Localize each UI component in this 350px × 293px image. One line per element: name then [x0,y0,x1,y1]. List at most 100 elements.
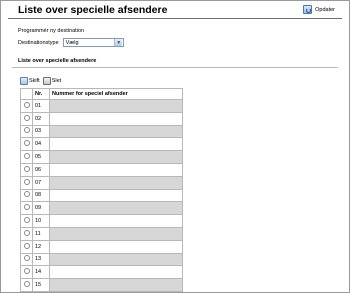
table-row[interactable]: 02 [20,111,183,126]
table-row[interactable]: 13 [20,252,183,267]
table-row[interactable]: 05 [20,150,183,164]
list-toolbar: Skift Slet [20,77,61,85]
destination-type-select[interactable]: Vælg ▼ [62,38,124,47]
refresh-button[interactable]: Opdater [303,5,335,14]
title-divider [8,18,342,19]
row-nr: 07 [32,175,50,190]
row-number [49,137,183,152]
refresh-icon [303,5,313,14]
delete-button[interactable]: Slet [42,77,62,85]
row-radio[interactable] [23,204,30,211]
row-radio[interactable] [23,127,30,134]
table-row[interactable]: 14 [20,265,183,280]
row-radio[interactable] [23,101,30,108]
row-radio[interactable] [23,114,30,121]
table-row[interactable]: 09 [20,201,183,216]
row-number [49,111,183,126]
row-select-cell [20,201,33,216]
row-select-cell [20,137,33,152]
row-number [49,99,183,113]
table-row[interactable]: 06 [20,162,183,177]
row-number [49,252,183,267]
row-select-cell [20,214,33,228]
row-nr: 08 [32,188,50,203]
row-number [49,278,183,292]
row-radio[interactable] [23,217,30,224]
delete-icon [42,77,51,85]
destination-type-label: Destinationstype [18,39,59,46]
row-nr: 12 [32,239,50,254]
row-nr: 01 [32,99,50,113]
row-select-cell [20,278,33,292]
chevron-down-icon: ▼ [114,39,123,46]
row-number [49,214,183,228]
row-radio[interactable] [23,178,30,185]
row-nr: 03 [32,124,50,139]
row-nr: 06 [32,162,50,177]
row-number [49,162,183,177]
row-nr: 04 [32,137,50,152]
row-number [49,188,183,203]
row-radio[interactable] [23,229,30,236]
table-row[interactable]: 03 [20,124,183,139]
row-select-cell [20,175,33,190]
table-row[interactable]: 15 [20,278,183,292]
edit-label: Skift [29,78,40,84]
row-number [49,201,183,216]
column-header-number: Nummer for speciel afsender [49,88,183,100]
column-header-nr: Nr. [32,88,50,100]
row-radio[interactable] [23,242,30,249]
section-title: Liste over specielle afsendere [18,58,97,64]
table-row[interactable]: 11 [20,226,183,241]
row-radio[interactable] [23,153,30,160]
section-divider [12,67,338,68]
row-radio[interactable] [23,165,30,172]
table-row[interactable]: 07 [20,175,183,190]
row-nr: 13 [32,252,50,267]
row-number [49,226,183,241]
row-nr: 02 [32,111,50,126]
table-header-row: Nr. Nummer for speciel afsender [20,88,183,100]
destination-type-row: Destinationstype Vælg ▼ [18,38,124,47]
row-radio[interactable] [23,140,30,147]
row-number [49,265,183,280]
row-select-cell [20,124,33,139]
row-select-cell [20,150,33,164]
row-select-cell [20,226,33,241]
row-number [49,124,183,139]
column-header-select [20,88,33,100]
table-row[interactable]: 01 [20,99,183,113]
program-new-destination-label: Programmér ny destination [18,28,85,34]
row-radio[interactable] [23,255,30,262]
row-select-cell [20,239,33,254]
row-nr: 10 [32,214,50,228]
row-radio[interactable] [23,281,30,288]
row-nr: 05 [32,150,50,164]
row-select-cell [20,265,33,280]
row-number [49,175,183,190]
edit-icon [20,77,28,85]
row-select-cell [20,252,33,267]
page-title: Liste over specielle afsendere [18,4,168,16]
row-radio[interactable] [23,268,30,275]
table-row[interactable]: 04 [20,137,183,152]
table-row[interactable]: 12 [20,239,183,254]
row-select-cell [20,111,33,126]
special-senders-table: Nr. Nummer for speciel afsender 01 02 03 04… [20,88,183,292]
row-nr: 14 [32,265,50,280]
row-nr: 15 [32,278,50,292]
row-nr: 09 [32,201,50,216]
table-row[interactable]: 08 [20,188,183,203]
row-select-cell [20,162,33,177]
refresh-label: Opdater [315,6,335,13]
page-frame: Liste over specielle afsendere Opdater P… [0,0,350,293]
row-nr: 11 [32,226,50,241]
row-radio[interactable] [23,191,30,198]
table-row[interactable]: 10 [20,214,183,228]
delete-label: Slet [51,78,62,84]
row-number [49,150,183,164]
row-number [49,239,183,254]
row-select-cell [20,188,33,203]
row-select-cell [20,99,33,113]
edit-button[interactable]: Skift [20,77,40,85]
